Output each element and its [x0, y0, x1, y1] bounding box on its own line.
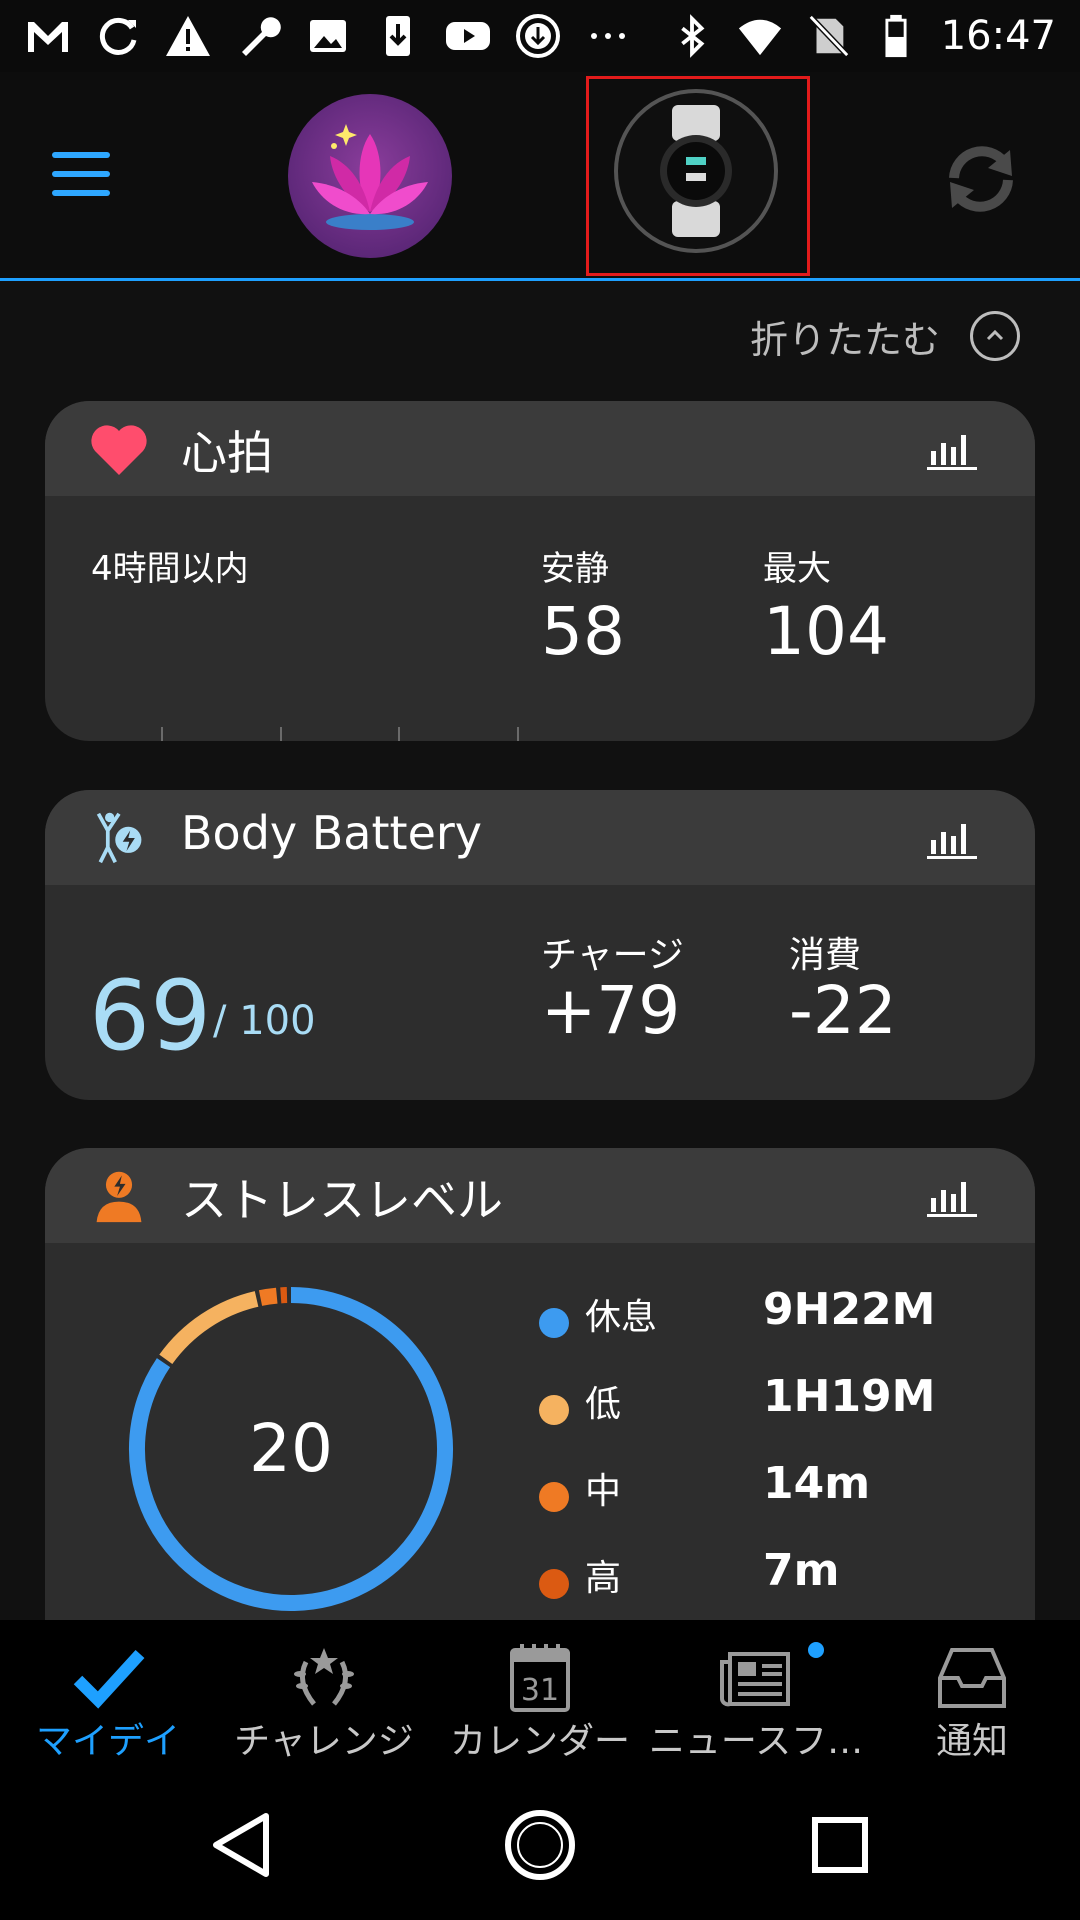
bluetooth-icon: [680, 14, 705, 58]
heart-icon: [91, 425, 147, 475]
body-battery-value: 69: [89, 960, 212, 1072]
battery-icon: [885, 14, 907, 58]
nav-label: カレンダー: [449, 1721, 630, 1762]
calendar-day: 31: [521, 1673, 559, 1708]
drain-value: -22: [789, 972, 897, 1049]
legend-dot: [539, 1308, 569, 1338]
nav-label: 通知: [935, 1721, 1008, 1762]
watch-icon: [660, 105, 732, 237]
drain-label: 消費: [789, 935, 862, 976]
sync-icon: [99, 17, 137, 55]
more-dots-icon: [591, 33, 625, 39]
body-battery-icon: [96, 812, 142, 864]
donut-segment-low: [159, 1291, 259, 1365]
chevron-up-icon[interactable]: [970, 311, 1020, 361]
charge-label: チャージ: [541, 935, 684, 976]
stress-score: 20: [249, 1410, 333, 1487]
collapse-label: 折りたたむ: [749, 317, 940, 362]
body-battery-card[interactable]: Body Battery 69 / 100 チャージ +79 消費 -22: [45, 790, 1035, 1100]
image-icon: [310, 20, 346, 52]
nav-notifications[interactable]: 通知: [864, 1620, 1080, 1762]
notification-dot: [808, 1642, 824, 1658]
download-icon: [386, 16, 410, 56]
hamburger-icon[interactable]: [52, 152, 112, 200]
sync-button[interactable]: [936, 134, 1026, 224]
wifi-icon: [738, 19, 781, 56]
max-label: 最大: [763, 549, 831, 589]
nav-label: ニュースフ…: [648, 1721, 864, 1762]
device-button[interactable]: [614, 89, 778, 253]
lotus-icon: [312, 124, 428, 230]
legend-value: 14m: [763, 1458, 871, 1509]
heart-rate-header: 心拍: [45, 401, 1035, 496]
laurel-icon: [294, 1648, 354, 1706]
body-battery-title: Body Battery: [181, 806, 482, 860]
max-value: 104: [763, 593, 889, 670]
chart-icon[interactable]: [927, 816, 977, 860]
nav-challenges[interactable]: チャレンジ: [216, 1620, 432, 1762]
download-circle-icon: [516, 14, 560, 58]
stress-donut: 20: [129, 1287, 453, 1611]
youtube-icon: [446, 22, 490, 50]
nav-label: チャレンジ: [234, 1721, 414, 1762]
wrench-icon: [242, 17, 281, 56]
legend-label: 低: [585, 1384, 622, 1425]
status-bar: 16:47: [0, 0, 1080, 72]
legend-label: 高: [585, 1558, 622, 1599]
chart-tick: [398, 727, 400, 741]
resting-value: 58: [541, 593, 625, 670]
bottom-nav: マイデイ チャレンジ 31 カレンダー ニュースフ… 通知: [0, 1620, 1080, 1762]
legend-label: 中: [585, 1471, 622, 1512]
device-highlight: [586, 76, 810, 276]
nav-myday[interactable]: マイデイ: [0, 1620, 216, 1762]
legend-dot: [539, 1569, 569, 1599]
recents-icon[interactable]: [795, 1800, 885, 1890]
newsfeed-icon: [720, 1652, 790, 1707]
heart-rate-card[interactable]: 心拍 4時間以内 安静 58 最大 104: [45, 401, 1035, 741]
charge-value: +79: [541, 972, 681, 1049]
gmail-icon: [28, 22, 68, 52]
nav-calendar[interactable]: 31 カレンダー: [432, 1620, 648, 1762]
collapse-row[interactable]: 折りたたむ: [750, 308, 1020, 364]
chart-tick: [161, 727, 163, 741]
stress-title: ストレスレベル: [181, 1173, 503, 1227]
checkmark-icon: [73, 1649, 145, 1709]
nav-label: マイデイ: [35, 1721, 180, 1762]
legend-dot: [539, 1395, 569, 1425]
period-label: 4時間以内: [91, 549, 249, 589]
status-icons: [24, 10, 632, 62]
stress-header: ストレスレベル: [45, 1148, 1035, 1243]
donut-segment-medium: [258, 1287, 278, 1306]
chart-tick: [517, 727, 519, 741]
no-sim-icon: [808, 14, 849, 58]
legend-label: 休息: [585, 1297, 658, 1338]
back-icon[interactable]: [196, 1800, 286, 1890]
app-bar: [0, 72, 1080, 281]
system-nav: [0, 1760, 1080, 1920]
chart-tick: [280, 727, 282, 741]
calendar-icon: 31: [510, 1644, 570, 1712]
chart-icon[interactable]: [927, 427, 977, 471]
inbox-icon: [938, 1648, 1006, 1708]
body-battery-header: Body Battery: [45, 790, 1035, 885]
home-icon[interactable]: [495, 1800, 585, 1890]
avatar[interactable]: [288, 94, 452, 258]
legend-value: 9H22M: [763, 1284, 936, 1335]
status-right: 16:47: [669, 10, 1056, 62]
nav-newsfeed[interactable]: ニュースフ…: [648, 1620, 864, 1762]
heart-rate-title: 心拍: [181, 426, 273, 480]
sync-icon: [949, 146, 1013, 212]
resting-label: 安静: [541, 549, 609, 589]
warning-icon: [166, 16, 210, 56]
legend-value: 7m: [763, 1545, 840, 1596]
chart-icon[interactable]: [927, 1174, 977, 1218]
stress-icon: [96, 1171, 142, 1223]
body-battery-total: / 100: [213, 998, 316, 1044]
clock: 16:47: [940, 13, 1056, 59]
legend-dot: [539, 1482, 569, 1512]
legend-value: 1H19M: [763, 1371, 936, 1422]
